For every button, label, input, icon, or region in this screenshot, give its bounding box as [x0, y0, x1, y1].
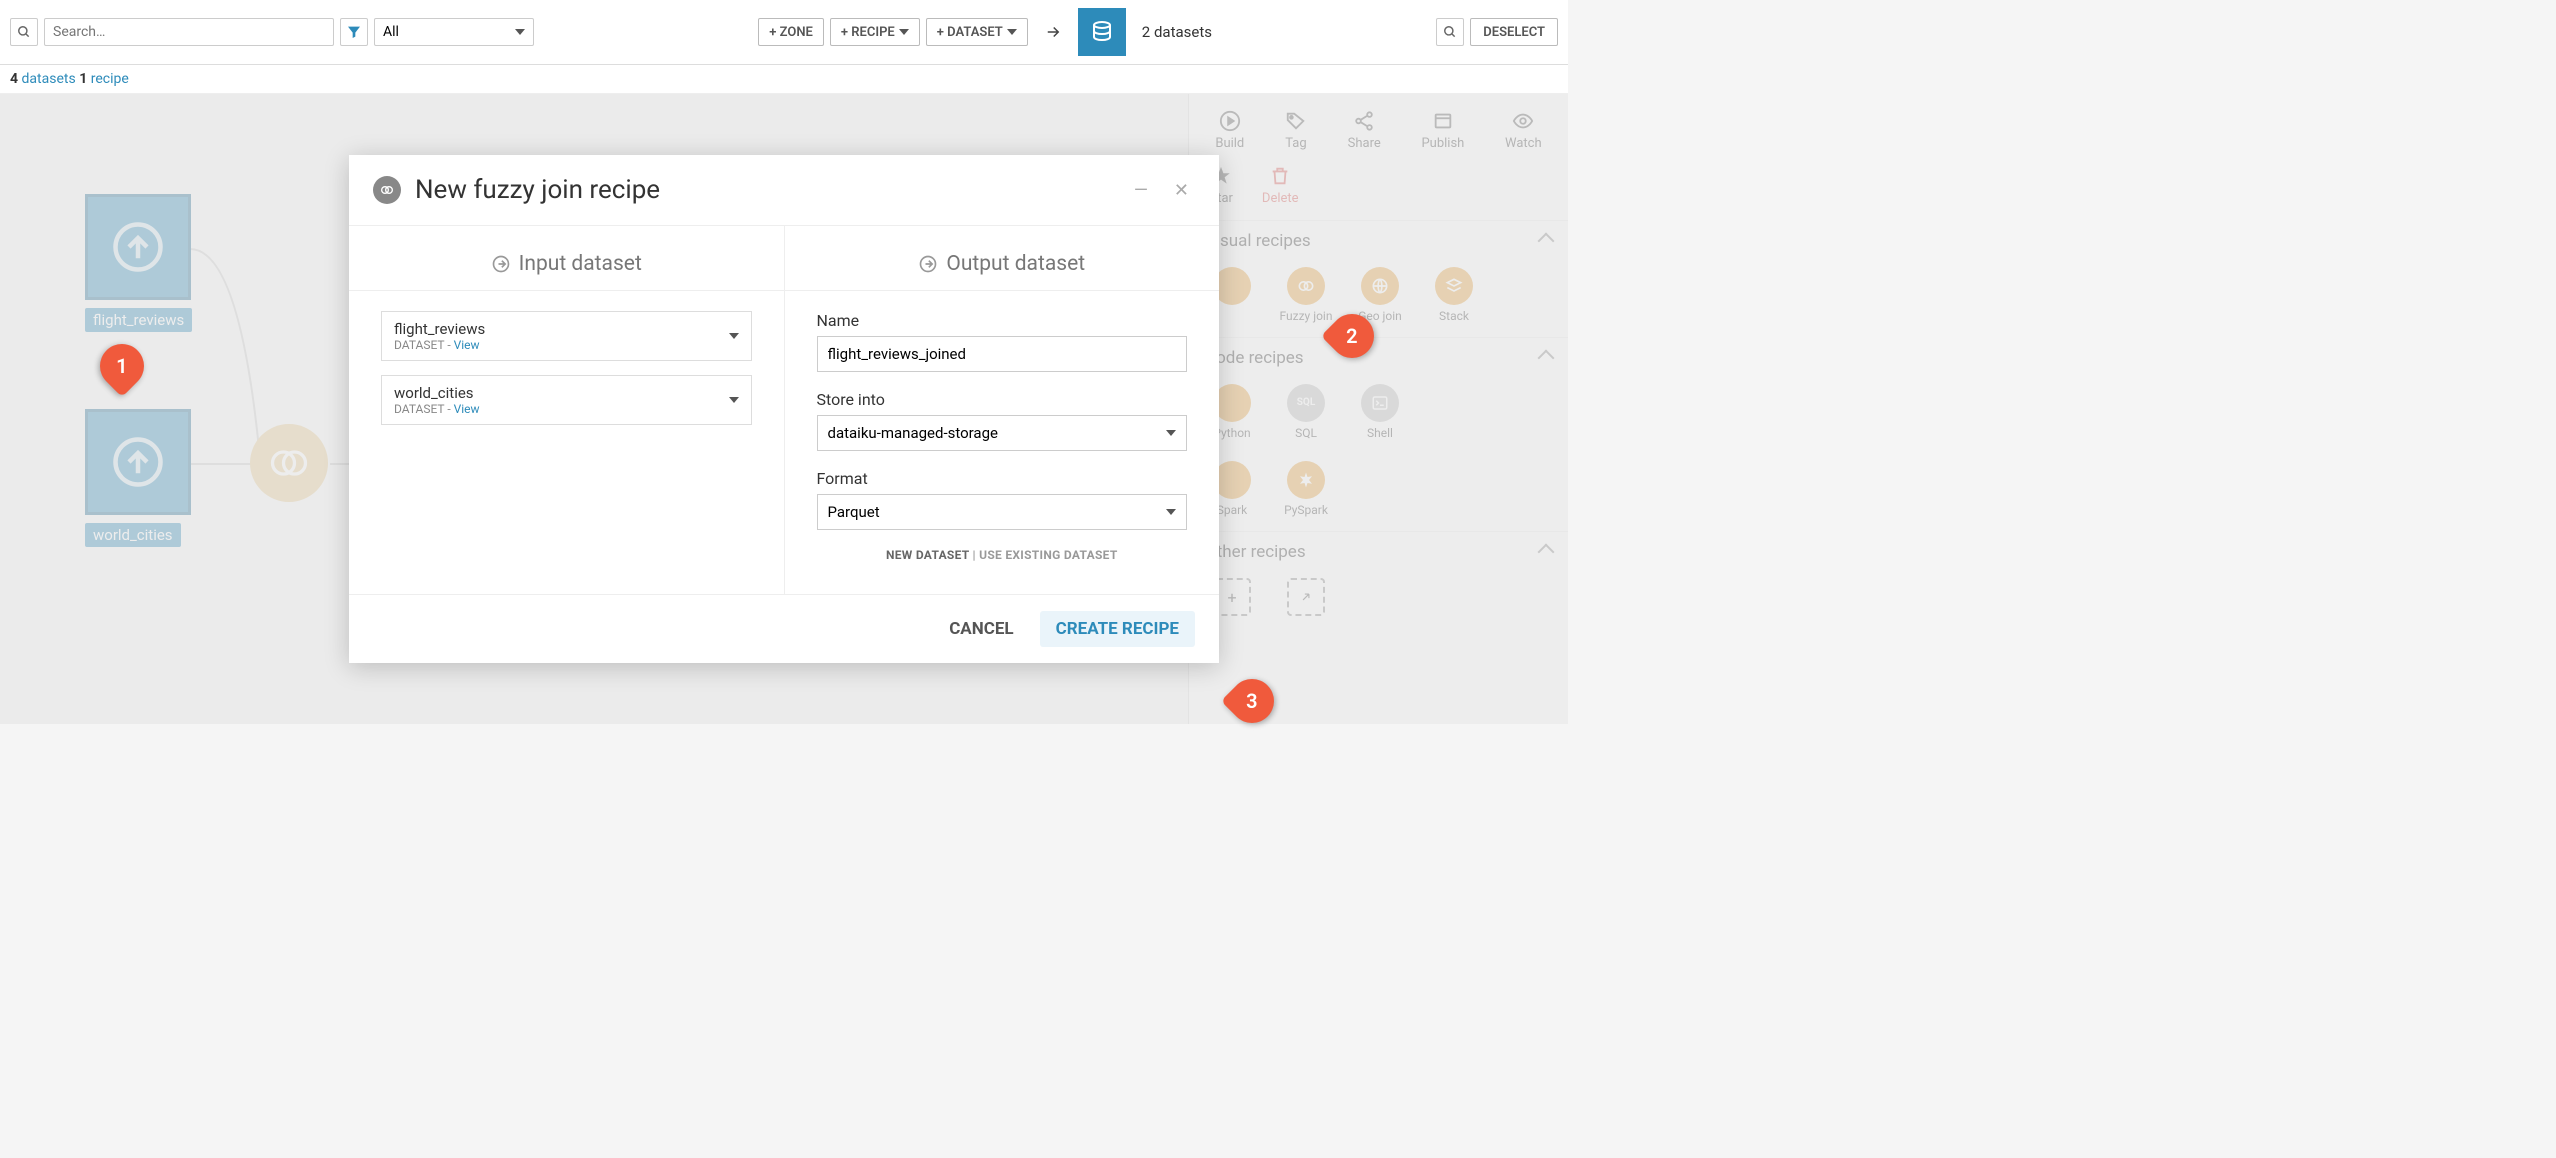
breadcrumb: 4 datasets 1 recipe	[0, 65, 1568, 94]
arrow-into-icon	[491, 254, 511, 274]
deselect-button[interactable]: DESELECT	[1470, 18, 1558, 46]
close-button[interactable]: ✕	[1168, 180, 1195, 201]
store-into-select[interactable]: dataiku-managed-storage	[817, 415, 1188, 451]
new-recipe-modal: New fuzzy join recipe — ✕ Input dataset …	[349, 155, 1219, 663]
chevron-down-icon	[729, 333, 739, 339]
chevron-down-icon	[1007, 29, 1017, 35]
create-recipe-button[interactable]: CREATE RECIPE	[1040, 611, 1195, 647]
format-label: Format	[817, 469, 1188, 488]
main-area: flight_reviews world_cities Build Tag	[0, 94, 1568, 724]
chevron-down-icon	[515, 29, 525, 35]
panel-search-button[interactable]	[1436, 18, 1464, 46]
input-dataset-1[interactable]: flight_reviews DATASET - View	[381, 311, 752, 361]
new-dataset-toggle[interactable]: NEW DATASET	[886, 548, 969, 562]
recipe-link[interactable]: recipe	[91, 71, 129, 87]
store-label: Store into	[817, 390, 1188, 409]
minimize-button[interactable]: —	[1128, 180, 1154, 201]
arrow-out-icon	[918, 254, 938, 274]
search-icon	[1443, 25, 1457, 39]
filter-icon	[346, 24, 362, 40]
modal-header: New fuzzy join recipe — ✕	[349, 155, 1219, 226]
view-link[interactable]: View	[454, 338, 480, 352]
search-button[interactable]	[10, 18, 38, 46]
modal-title: New fuzzy join recipe	[415, 175, 1114, 205]
top-toolbar: All + ZONE + RECIPE + DATASET 2 datasets…	[0, 0, 1568, 65]
search-icon	[17, 25, 31, 39]
cancel-button[interactable]: CANCEL	[935, 611, 1027, 647]
chevron-down-icon	[729, 397, 739, 403]
datasets-count: 2 datasets	[1142, 23, 1212, 41]
output-name-input[interactable]	[817, 336, 1188, 372]
filter-button[interactable]	[340, 18, 368, 46]
chevron-down-icon	[1166, 509, 1176, 515]
datasets-panel-toggle[interactable]	[1078, 8, 1126, 56]
chevron-down-icon	[899, 29, 909, 35]
add-recipe-button[interactable]: + RECIPE	[830, 18, 920, 46]
collapse-panel-button[interactable]	[1034, 13, 1072, 51]
format-select[interactable]: Parquet	[817, 494, 1188, 530]
input-dataset-2[interactable]: world_cities DATASET - View	[381, 375, 752, 425]
chevron-down-icon	[1166, 430, 1176, 436]
modal-footer: CANCEL CREATE RECIPE	[349, 594, 1219, 663]
add-zone-button[interactable]: + ZONE	[758, 18, 824, 46]
filter-label: All	[383, 24, 399, 40]
add-dataset-button[interactable]: + DATASET	[926, 18, 1028, 46]
output-column: Output dataset Name Store into dataiku-m…	[784, 226, 1220, 594]
existing-dataset-toggle[interactable]: USE EXISTING DATASET	[979, 548, 1117, 562]
input-heading: Input dataset	[519, 252, 642, 276]
dataset-mode-toggle: NEW DATASET | USE EXISTING DATASET	[817, 548, 1188, 562]
input-column: Input dataset flight_reviews DATASET - V…	[349, 226, 784, 594]
name-label: Name	[817, 311, 1188, 330]
recipe-type-icon	[373, 176, 401, 204]
search-input[interactable]	[44, 18, 334, 46]
datasets-link[interactable]: datasets	[22, 71, 76, 87]
output-heading: Output dataset	[946, 252, 1085, 276]
filter-select[interactable]: All	[374, 18, 534, 46]
database-icon	[1090, 20, 1114, 44]
view-link[interactable]: View	[454, 402, 480, 416]
arrow-right-icon	[1044, 23, 1062, 41]
